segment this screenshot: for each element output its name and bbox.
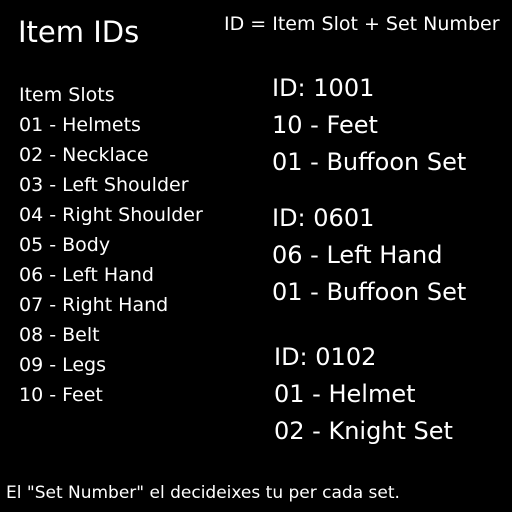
slot-item: 09 - Legs (19, 354, 107, 376)
slot-item: 03 - Left Shoulder (19, 174, 189, 196)
example-block: ID: 1001 10 - Feet 01 - Buffoon Set (272, 70, 466, 181)
slot-item: 04 - Right Shoulder (19, 204, 203, 226)
example-slot: 10 - Feet (272, 111, 378, 139)
example-id: ID: 0102 (274, 343, 377, 371)
example-slot: 06 - Left Hand (272, 241, 443, 269)
footnote: El "Set Number" el decideixes tu per cad… (6, 483, 400, 503)
example-set: 01 - Buffoon Set (272, 278, 467, 306)
id-formula: ID = Item Slot + Set Number (224, 13, 500, 35)
slot-item: 02 - Necklace (19, 144, 149, 166)
slot-item: 08 - Belt (19, 324, 100, 346)
item-slots-heading: Item Slots (19, 84, 115, 106)
page-title: Item IDs (18, 15, 140, 49)
example-slot: 01 - Helmet (274, 380, 416, 408)
slot-item: 10 - Feet (19, 384, 103, 406)
slot-item: 06 - Left Hand (19, 264, 154, 286)
slot-item: 07 - Right Hand (19, 294, 169, 316)
slot-item: 01 - Helmets (19, 114, 141, 136)
example-block: ID: 0102 01 - Helmet 02 - Knight Set (274, 339, 453, 450)
slot-item: 05 - Body (19, 234, 111, 256)
example-block: ID: 0601 06 - Left Hand 01 - Buffoon Set (272, 200, 466, 311)
item-slots-list: Item Slots 01 - Helmets 02 - Necklace 03… (19, 80, 203, 410)
example-id: ID: 1001 (272, 74, 375, 102)
example-id: ID: 0601 (272, 204, 375, 232)
example-set: 02 - Knight Set (274, 417, 453, 445)
example-set: 01 - Buffoon Set (272, 148, 467, 176)
